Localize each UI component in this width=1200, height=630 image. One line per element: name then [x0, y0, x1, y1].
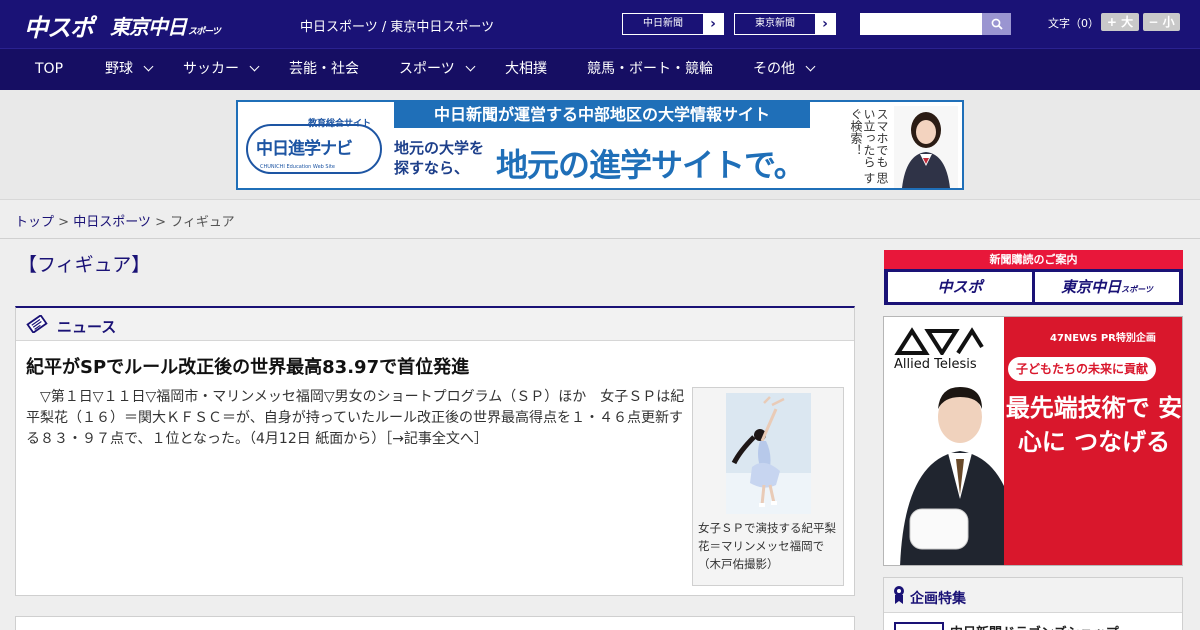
- ad-main-copy: 最先端技術で 安心に つなげる: [1005, 394, 1183, 456]
- chevron-down-icon: [249, 61, 260, 72]
- nav-item-other[interactable]: その他: [753, 49, 816, 90]
- nav-item-soccer[interactable]: サッカー: [183, 49, 260, 90]
- chevron-down-icon: [143, 61, 154, 72]
- nav-label: スポーツ: [399, 61, 455, 77]
- feature-item-link[interactable]: 中日新聞ドラゴンズショップ: [950, 622, 1119, 630]
- subscription-box: 新聞購読のご案内 中スポ 東京中日スポーツ: [884, 250, 1183, 305]
- banner-sub-line2: 探すなら、: [394, 159, 470, 177]
- feature-section: 企画特集 中日新聞ドラゴンズショップ: [883, 577, 1183, 630]
- nav-label: サッカー: [183, 61, 239, 77]
- news-section: ニュース 紀平がSPでルール改正後の世界最高83.97で首位発進 ▽第１日▽１１…: [15, 306, 855, 596]
- tokyo-chunichi-logo[interactable]: 東京中日 スポーツ: [110, 11, 221, 40]
- nav-item-top[interactable]: TOP: [35, 49, 63, 90]
- news-section-header: ニュース: [16, 308, 854, 341]
- nav-label: 野球: [105, 61, 133, 77]
- newspaper-icon: [26, 315, 48, 333]
- ad-top-label: 47NEWS PR特別企画: [1050, 333, 1156, 344]
- breadcrumb-separator: >: [54, 215, 74, 230]
- subscribe-tokyo-chunichi-button[interactable]: 東京中日スポーツ: [1035, 272, 1179, 302]
- subscription-header-label: 新聞購読のご案内: [989, 253, 1078, 266]
- news-section-label: ニュース: [57, 318, 117, 336]
- ribbon-icon: [894, 586, 904, 604]
- tokyo-shimbun-button[interactable]: 東京新聞 ›: [734, 13, 836, 35]
- breadcrumb-section-link[interactable]: 中日スポーツ: [73, 215, 151, 230]
- nav-label: TOP: [35, 61, 64, 77]
- breadcrumb-separator: >: [150, 215, 171, 230]
- font-size-smaller-button[interactable]: − 小: [1143, 13, 1180, 31]
- search-button[interactable]: [982, 13, 1011, 35]
- next-section: [15, 616, 855, 630]
- feature-section-header: 企画特集: [884, 578, 1182, 613]
- breadcrumb-current: フィギュア: [170, 215, 235, 230]
- feature-thumbnail[interactable]: [894, 622, 944, 630]
- nav-item-entertainment[interactable]: 芸能・社会: [289, 49, 359, 90]
- chunichi-shimbun-button[interactable]: 中日新聞 ›: [622, 13, 724, 35]
- tokyo-logo-small: スポーツ: [188, 27, 221, 37]
- chuspo-logo[interactable]: 中スポ: [24, 8, 94, 43]
- banner-model-image: [894, 106, 958, 188]
- banner-zone: 教育総合サイト 中日進学ナビ CHUNICHI Education Web Si…: [0, 90, 1200, 200]
- photo-caption: 女子ＳＰで演技する紀平梨花＝マリンメッセ福岡で（木戸佑撮影）: [698, 521, 836, 571]
- subscribe-tokyo-label: 東京中日: [1061, 278, 1122, 296]
- tokyo-logo-text: 東京中日: [110, 15, 187, 39]
- chevron-right-icon: ›: [815, 14, 835, 34]
- ad-pill-label: 子どもたちの未来に貢献: [1008, 357, 1156, 381]
- banner-main-copy: 地元の進学サイトで。: [496, 146, 806, 184]
- breadcrumb-top-link[interactable]: トップ: [15, 215, 54, 230]
- nav-item-baseball[interactable]: 野球: [105, 49, 154, 90]
- shingaku-navi-banner[interactable]: 教育総合サイト 中日進学ナビ CHUNICHI Education Web Si…: [236, 100, 964, 190]
- sidebar-advertisement[interactable]: Allied Telesis 47NEWS PR特別企画 子どもたちの未来に貢献…: [883, 316, 1183, 566]
- banner-logo-sub: CHUNICHI Education Web Site: [260, 164, 336, 170]
- banner-logo-main: 中日進学ナビ: [256, 139, 353, 159]
- article-photo[interactable]: [726, 393, 811, 514]
- nav-label: その他: [753, 61, 795, 77]
- search-icon: [991, 18, 1003, 30]
- page-title: 【フィギュア】: [18, 254, 151, 276]
- banner-headline: 中日新聞が運営する中部地区の大学情報サイト: [394, 102, 810, 128]
- feature-section-label: 企画特集: [910, 591, 966, 607]
- top-header: 中スポ 東京中日 スポーツ 中日スポーツ / 東京中日スポーツ 中日新聞 › 東京…: [0, 0, 1200, 48]
- chevron-down-icon: [805, 61, 816, 72]
- font-size-label: 文字（0）: [1048, 17, 1099, 30]
- banner-sub-line1: 地元の大学を: [394, 139, 485, 157]
- ad-brand-name: Allied Telesis: [894, 357, 977, 372]
- article-headline[interactable]: 紀平がSPでルール改正後の世界最高83.97で首位発進: [26, 353, 469, 379]
- site-tagline: 中日スポーツ / 東京中日スポーツ: [300, 20, 495, 35]
- nav-item-sports[interactable]: スポーツ: [399, 49, 476, 90]
- chevron-right-icon: ›: [703, 14, 723, 34]
- tokyo-shimbun-label: 東京新聞: [735, 14, 815, 34]
- search-input[interactable]: [860, 13, 982, 35]
- chunichi-shimbun-label: 中日新聞: [623, 14, 703, 34]
- nav-item-racing[interactable]: 競馬・ボート・競輪: [587, 49, 713, 90]
- subscribe-tokyo-small: スポーツ: [1121, 285, 1153, 294]
- nav-label: 芸能・社会: [289, 61, 359, 77]
- breadcrumb: トップ > 中日スポーツ > フィギュア: [15, 211, 235, 230]
- nav-label: 大相撲: [505, 61, 547, 77]
- banner-sub: 地元の大学を 探すなら、: [394, 138, 484, 178]
- article-summary: ▽第１日▽１１日▽福岡市・マリンメッセ福岡▽男女のショートプログラム（ＳＰ）ほか…: [26, 389, 685, 447]
- subscription-header: 新聞購読のご案内: [884, 250, 1183, 269]
- banner-vertical-copy: スマホでも 思い立ったら すぐ検索！: [849, 108, 889, 184]
- nav-item-sumo[interactable]: 大相撲: [505, 49, 547, 90]
- font-size-bigger-button[interactable]: + 大: [1101, 13, 1139, 31]
- nav-label: 競馬・ボート・競輪: [587, 61, 713, 77]
- article-photo-box: 女子ＳＰで演技する紀平梨花＝マリンメッセ福岡で（木戸佑撮影）: [692, 387, 844, 586]
- main-nav: TOP 野球 サッカー 芸能・社会 スポーツ 大相撲 競馬・ボート・競輪 その他: [0, 48, 1200, 90]
- chevron-down-icon: [465, 61, 476, 72]
- allied-telesis-logo-icon: [894, 327, 984, 355]
- subscribe-chuspo-button[interactable]: 中スポ: [888, 272, 1032, 302]
- divider: [0, 238, 1200, 239]
- figure-skater-image: [726, 393, 811, 514]
- banner-logo-top: 教育総合サイト: [308, 119, 372, 129]
